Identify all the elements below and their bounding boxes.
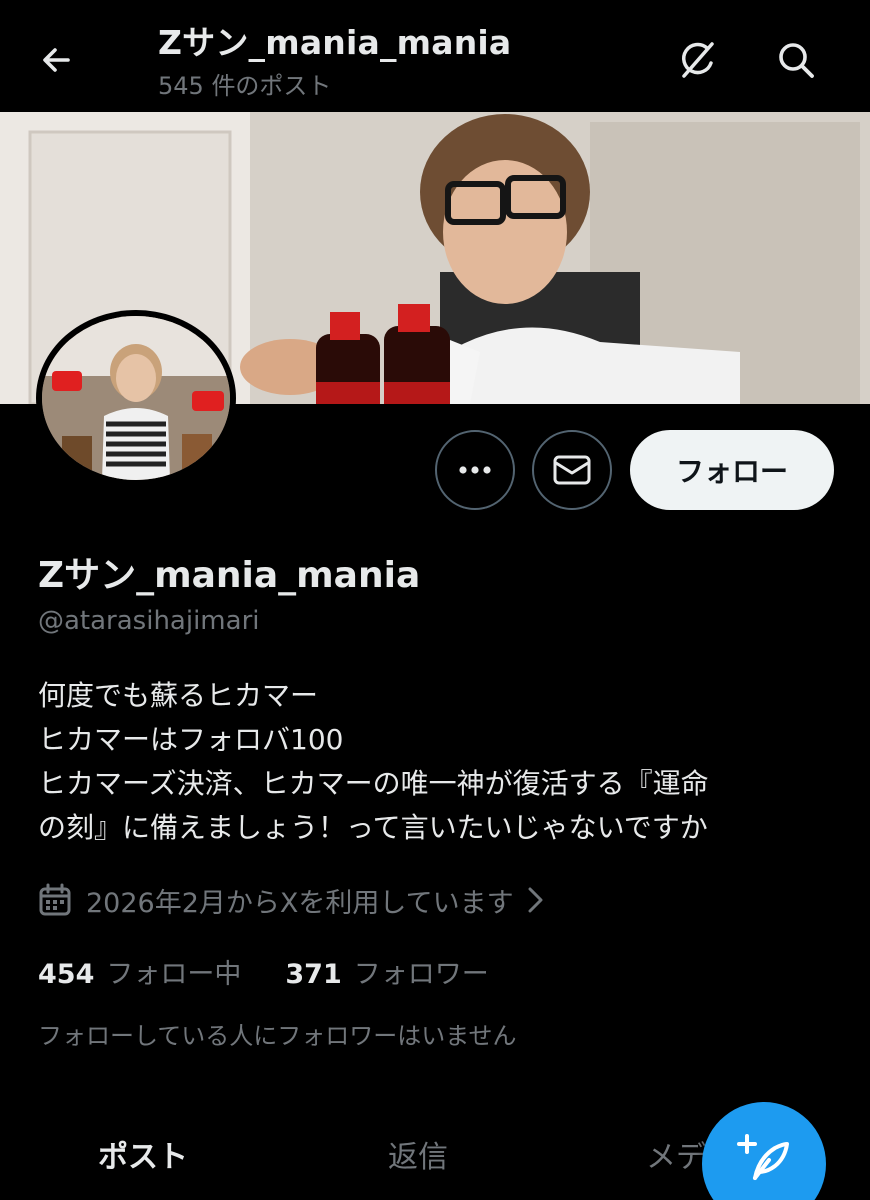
following-label[interactable]: フォロー中 bbox=[106, 952, 241, 991]
more-horizontal-icon bbox=[459, 466, 491, 474]
follow-button[interactable]: フォロー bbox=[630, 430, 834, 510]
more-options-button[interactable] bbox=[435, 430, 515, 510]
compose-post-button[interactable] bbox=[702, 1102, 826, 1200]
search-button[interactable] bbox=[768, 32, 824, 88]
following-count[interactable]: 454 bbox=[38, 959, 94, 990]
mutual-followers-note: フォローしている人にフォロワーはいません bbox=[38, 1022, 517, 1050]
message-button[interactable] bbox=[532, 430, 612, 510]
profile-avatar[interactable] bbox=[36, 310, 236, 486]
user-handle: @atarasihajimari bbox=[38, 606, 260, 636]
mail-icon bbox=[553, 455, 591, 485]
followers-count[interactable]: 371 bbox=[285, 959, 341, 990]
avatar bbox=[42, 316, 230, 480]
tab-replies[interactable]: 返信 bbox=[388, 1132, 448, 1176]
calendar-icon bbox=[39, 883, 71, 916]
display-name: Zサン_mania_mania bbox=[38, 555, 421, 596]
back-button[interactable] bbox=[28, 32, 84, 88]
header-title: Zサン_mania_mania bbox=[158, 23, 512, 62]
post-count: 545 件のポスト bbox=[158, 72, 332, 100]
follow-stats: 454 フォロー中 371 フォロワー bbox=[38, 952, 489, 991]
grok-button[interactable] bbox=[670, 32, 726, 88]
bio-line: 何度でも蘇るヒカマー bbox=[38, 679, 319, 712]
arrow-left-icon bbox=[43, 48, 70, 72]
followers-label[interactable]: フォロワー bbox=[354, 952, 489, 991]
search-icon bbox=[779, 43, 814, 78]
bio-line: の刻』に備えましょう！って言いたいじゃないですか bbox=[38, 811, 708, 844]
grok-icon bbox=[682, 42, 714, 78]
tab-posts[interactable]: ポスト bbox=[98, 1132, 188, 1176]
profile-bio: 何度でも蘇るヒカマー ヒカマーはフォロバ100 ヒカマーズ決済、ヒカマーの唯一神… bbox=[38, 674, 838, 850]
chevron-right-icon bbox=[528, 887, 543, 913]
joined-text: 2026年2月からXを利用しています bbox=[86, 887, 514, 919]
avatar-photo bbox=[42, 316, 230, 480]
top-bar: Zサン_mania_mania 545 件のポスト bbox=[0, 0, 870, 112]
bio-line: ヒカマーズ決済、ヒカマーの唯一神が復活する『運命 bbox=[38, 767, 709, 800]
compose-post-icon bbox=[737, 1134, 789, 1180]
bio-line: ヒカマーはフォロバ100 bbox=[38, 723, 344, 756]
joined-date-link[interactable]: 2026年2月からXを利用しています bbox=[38, 880, 548, 920]
